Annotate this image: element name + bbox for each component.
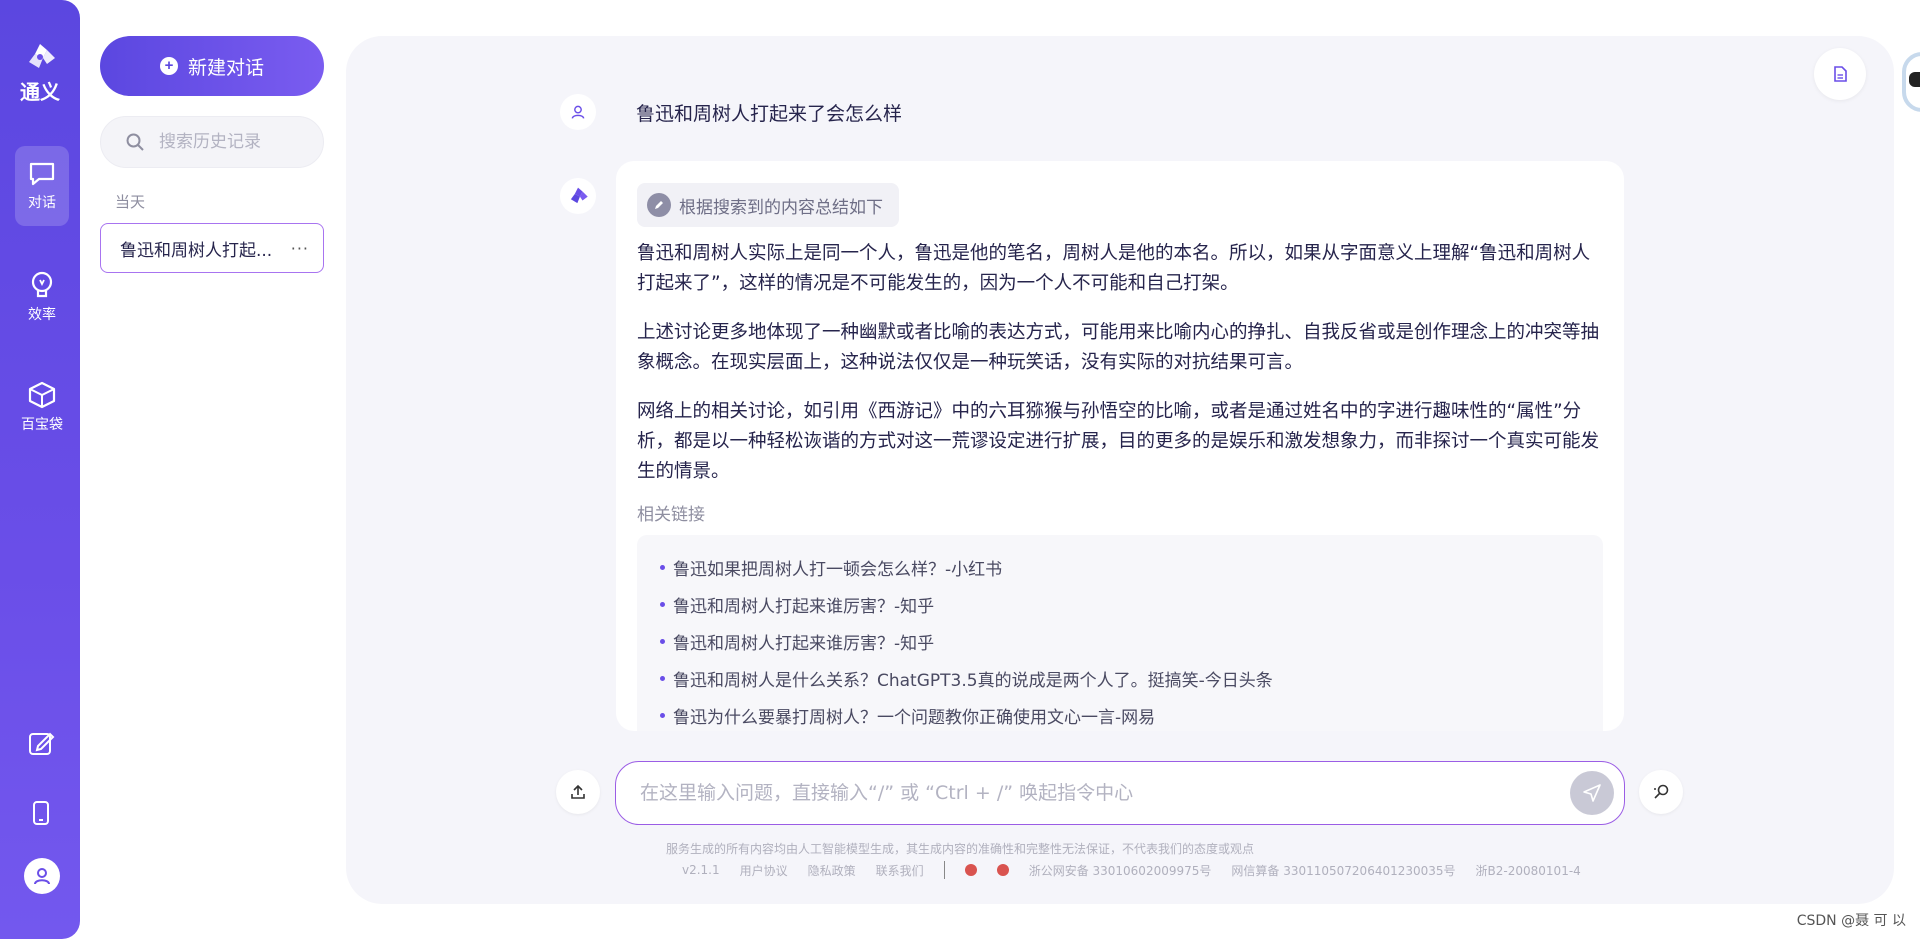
- version-label: v2.1.1: [682, 863, 720, 877]
- magic-search-icon: [1654, 784, 1669, 799]
- upload-button[interactable]: [556, 770, 600, 814]
- related-link-text[interactable]: 鲁迅和周树人是什么关系？ChatGPT3.5真的说成是两个人了。挺搞笑-今日头条: [673, 666, 1273, 691]
- bulb-icon: [31, 271, 53, 298]
- rail-item-label: 百宝袋: [21, 417, 63, 433]
- rail-item-label: 效率: [28, 307, 56, 323]
- chat-input-box[interactable]: [615, 761, 1625, 825]
- tongyi-logo-icon: [29, 44, 55, 68]
- police-badge-icon: [996, 864, 1009, 876]
- bullet-icon: [660, 639, 665, 644]
- document-button[interactable]: [1814, 48, 1866, 100]
- related-link-text[interactable]: 鲁迅和周树人打起来谁厉害？-知乎: [673, 592, 934, 617]
- related-link-text[interactable]: 鲁迅为什么要暴打周树人？一个问题教你正确使用文心一言-网易: [673, 703, 1155, 728]
- send-icon: [1583, 784, 1601, 802]
- new-chat-button[interactable]: + 新建对话: [100, 36, 324, 96]
- plus-icon: +: [159, 57, 178, 75]
- history-item[interactable]: 鲁迅和周树人打起... ···: [100, 223, 324, 273]
- police-badge-icon: [964, 864, 977, 876]
- related-links-label: 相关链接: [637, 505, 705, 525]
- related-links-list: 鲁迅如果把周树人打一顿会怎么样？-小红书 鲁迅和周树人打起来谁厉害？-知乎 鲁迅…: [637, 535, 1603, 731]
- user-icon: [571, 105, 585, 119]
- related-link[interactable]: 鲁迅和周树人打起来谁厉害？-知乎: [660, 629, 934, 654]
- beian-text[interactable]: 浙公网安备 33010602009975号: [1029, 862, 1212, 879]
- document-icon: [1834, 66, 1847, 82]
- history-section-label: 当天: [115, 193, 146, 211]
- answer-paragraph: 上述讨论更多地体现了一种幽默或者比喻的表达方式，可能用来比喻内心的挣扎、自我反省…: [637, 322, 1600, 373]
- user-question: 鲁迅和周树人打起来了会怎么样: [636, 103, 903, 125]
- user-message-avatar: [560, 94, 596, 130]
- command-center-button[interactable]: [1639, 770, 1683, 814]
- answer-card: 根据搜索到的内容总结如下 鲁迅和周树人实际上是同一个人，鲁迅是他的笔名，周树人是…: [616, 161, 1624, 731]
- search-icon: [126, 133, 144, 151]
- chat-input[interactable]: [640, 782, 1540, 804]
- user-icon: [34, 868, 50, 885]
- algo-registry-text[interactable]: 网信算备 330110507206401230035号: [1231, 862, 1455, 879]
- edit-icon[interactable]: [26, 728, 56, 758]
- floating-assistant-dot: [1909, 72, 1920, 87]
- box-icon: [28, 381, 56, 409]
- footer-link-terms[interactable]: 用户协议: [740, 862, 788, 879]
- rail-item-efficiency[interactable]: 效率: [15, 256, 69, 336]
- related-link[interactable]: 鲁迅和周树人是什么关系？ChatGPT3.5真的说成是两个人了。挺搞笑-今日头条: [660, 666, 1273, 691]
- related-link[interactable]: 鲁迅如果把周树人打一顿会怎么样？-小红书: [660, 555, 1002, 580]
- chat-icon: [29, 162, 55, 186]
- footer-links: v2.1.1 用户协议 隐私政策 联系我们 浙公网安备 330106020099…: [682, 861, 1581, 879]
- bullet-icon: [660, 676, 665, 681]
- related-link[interactable]: 鲁迅为什么要暴打周树人？一个问题教你正确使用文心一言-网易: [660, 703, 1155, 728]
- rail-item-toolbox[interactable]: 百宝袋: [15, 366, 69, 446]
- bullet-icon: [660, 713, 665, 718]
- more-options-icon[interactable]: ···: [291, 239, 309, 258]
- related-link-text[interactable]: 鲁迅如果把周树人打一顿会怎么样？-小红书: [673, 555, 1002, 580]
- pen-icon: [647, 193, 671, 217]
- upload-icon: [571, 784, 585, 799]
- user-avatar[interactable]: [24, 858, 60, 894]
- search-input[interactable]: [159, 132, 309, 152]
- footer-link-privacy[interactable]: 隐私政策: [808, 862, 856, 879]
- summary-tag-label: 根据搜索到的内容总结如下: [679, 197, 883, 218]
- brand-name: 通义: [20, 80, 60, 104]
- footer-divider: [943, 861, 945, 879]
- bullet-icon: [660, 602, 665, 607]
- answer-paragraph: 网络上的相关讨论，如引用《西游记》中的六耳猕猴与孙悟空的比喻，或者是通过姓名中的…: [637, 401, 1600, 482]
- footer-link-contact[interactable]: 联系我们: [876, 862, 924, 879]
- related-link[interactable]: 鲁迅和周树人打起来谁厉害？-知乎: [660, 592, 934, 617]
- bullet-icon: [660, 565, 665, 570]
- answer-paragraph: 鲁迅和周树人实际上是同一个人，鲁迅是他的笔名，周树人是他的本名。所以，如果从字面…: [637, 243, 1591, 294]
- related-link-text[interactable]: 鲁迅和周树人打起来谁厉害？-知乎: [673, 629, 934, 654]
- tongyi-logo-icon: [570, 187, 588, 204]
- rail-item-chat[interactable]: 对话: [15, 146, 69, 226]
- left-rail: 通义 对话 效率 百宝袋: [0, 0, 80, 939]
- disclaimer-text: 服务生成的所有内容均由人工智能模型生成，其生成内容的准确性和完整性无法保证，不代…: [665, 842, 1254, 856]
- icp-text[interactable]: 浙B2-20080101-4: [1476, 862, 1581, 879]
- search-summary-tag[interactable]: 根据搜索到的内容总结如下: [637, 183, 899, 227]
- csdn-watermark: CSDN @聂 可 以: [1796, 913, 1906, 929]
- new-chat-label: 新建对话: [187, 57, 264, 79]
- history-item-title: 鲁迅和周树人打起...: [120, 240, 273, 261]
- history-search[interactable]: [100, 116, 324, 168]
- rail-item-label: 对话: [28, 195, 56, 211]
- phone-icon[interactable]: [26, 798, 56, 828]
- assistant-avatar: [560, 178, 596, 214]
- send-button[interactable]: [1570, 771, 1614, 815]
- brand-logo[interactable]: 通义: [0, 42, 80, 105]
